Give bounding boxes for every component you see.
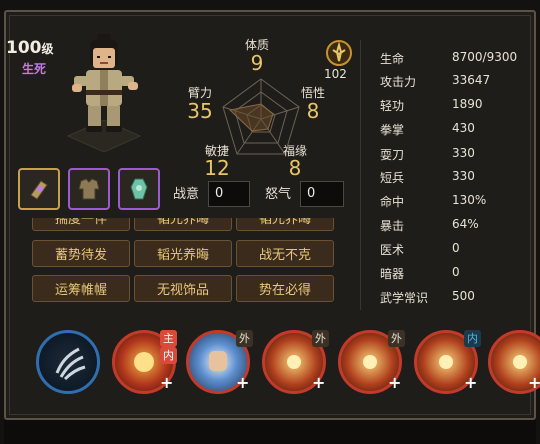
stat-label: 暴击 [380, 219, 405, 233]
stat-label: 轻功 [380, 99, 405, 113]
rage-label: 怒气 [265, 187, 292, 202]
skill-slot-passive[interactable] [36, 330, 100, 394]
stat-value: 33647 [452, 73, 491, 87]
rage-value: 0 [300, 181, 344, 207]
power-value: 102 [324, 67, 347, 81]
stat-label: 命中 [380, 195, 405, 209]
trait-tag[interactable]: 韬光养晦 [236, 218, 334, 231]
stat-value: 8700/9300 [452, 50, 518, 64]
skill-upgrade-plus[interactable]: + [160, 373, 173, 392]
stat-label: 耍刀 [380, 148, 405, 162]
skill-upgrade-plus[interactable]: + [236, 373, 249, 392]
battle-will-label: 战意 [173, 187, 200, 202]
skill-tag-main: 主 [160, 330, 177, 347]
skill-tag-internal: 内 [464, 330, 481, 347]
attr-value-agility: 12 [204, 156, 230, 180]
stat-value: 64% [452, 217, 479, 231]
battle-will-value: 0 [208, 181, 250, 207]
trait-tag[interactable]: 韬光养晦 [134, 218, 232, 231]
stat-value: 430 [452, 121, 475, 135]
attr-value-strength: 35 [187, 99, 213, 123]
skill-upgrade-plus[interactable]: + [388, 373, 401, 392]
attr-value-fortune: 8 [288, 156, 302, 180]
skill-tag-external: 外 [236, 330, 253, 347]
equipment-slot-accessory[interactable] [118, 168, 160, 210]
character-portrait[interactable] [60, 32, 148, 156]
stat-value: 0 [452, 241, 460, 255]
stats-divider [360, 40, 361, 310]
gauntlet-icon [30, 180, 48, 200]
skill-upgrade-plus[interactable]: + [464, 373, 477, 392]
equipment-slot-weapon[interactable] [18, 168, 60, 210]
realm-label: 生死 [22, 62, 47, 76]
trait-tag[interactable]: 战无不克 [236, 240, 334, 267]
stat-label: 生命 [380, 52, 405, 66]
stat-label: 暗器 [380, 267, 405, 281]
claw-icon [55, 347, 86, 381]
power-icon [326, 40, 352, 66]
stat-label: 武学常识 [380, 291, 429, 305]
attr-value-comprehension: 8 [306, 99, 320, 123]
level-label: 100级 [6, 38, 54, 58]
skill-tag-external: 外 [388, 330, 405, 347]
trait-tag[interactable]: 韬光养晦 [134, 240, 232, 267]
stat-label: 短兵 [380, 171, 405, 185]
trait-tag[interactable]: 运筹帷幄 [32, 275, 130, 302]
jade-icon [130, 178, 148, 200]
trait-tag-panel[interactable]: 揣度一伴 韬光养晦 韬光养晦 蓄势待发 韬光养晦 战无不克 运筹帷幄 无视饰品 … [24, 218, 334, 316]
skill-tag-internal: 内 [160, 347, 177, 364]
trait-tag[interactable]: 势在必得 [236, 275, 334, 302]
armor-icon [78, 178, 100, 200]
stat-value: 130% [452, 193, 487, 207]
bottom-strip [4, 420, 536, 444]
equipment-slot-armor[interactable] [68, 168, 110, 210]
stat-value: 500 [452, 289, 475, 303]
stat-value: 330 [452, 146, 475, 160]
trait-tag[interactable]: 揣度一伴 [32, 218, 130, 231]
stat-label: 医术 [380, 243, 405, 257]
stat-value: 0 [452, 265, 460, 279]
stat-label: 拳掌 [380, 123, 405, 137]
skill-upgrade-plus[interactable]: + [528, 373, 540, 392]
trait-tag[interactable]: 蓄势待发 [32, 240, 130, 267]
stat-label: 攻击力 [380, 75, 417, 89]
skill-upgrade-plus[interactable]: + [312, 373, 325, 392]
stat-value: 1890 [452, 97, 483, 111]
trait-tag[interactable]: 无视饰品 [134, 275, 232, 302]
skill-tag-external: 外 [312, 330, 329, 347]
stat-value: 330 [452, 169, 475, 183]
attr-value-constitution: 9 [250, 51, 264, 75]
